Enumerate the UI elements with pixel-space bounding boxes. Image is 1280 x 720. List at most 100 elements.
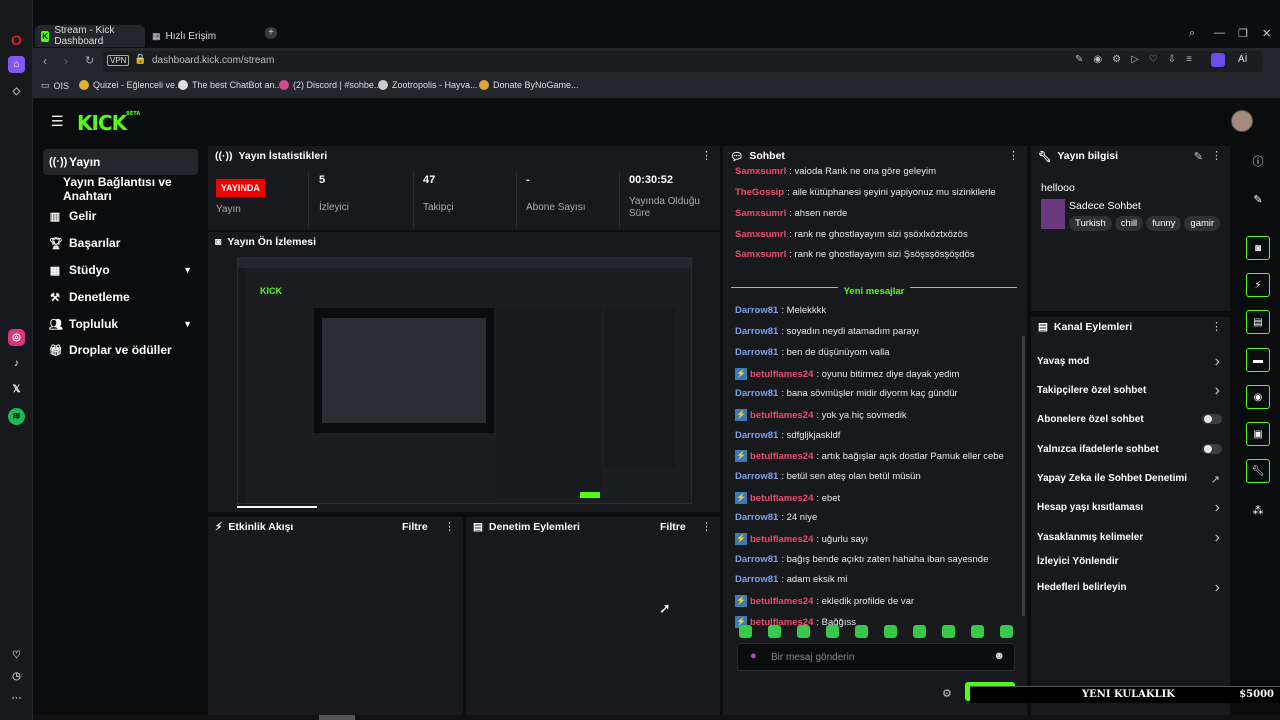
chat-username[interactable]: Darrow81 — [735, 554, 778, 565]
chat-scrollbar[interactable] — [1022, 336, 1025, 616]
emote-icon[interactable] — [913, 625, 926, 638]
emote-icon[interactable] — [826, 625, 839, 638]
tab-kick-dashboard[interactable]: K Stream - Kick Dashboard — [35, 25, 145, 47]
restore-icon[interactable]: ❐ — [1238, 27, 1248, 40]
wrench-icon[interactable]: 🔧︎ — [1246, 459, 1270, 483]
more-vertical-icon[interactable]: ⋮ — [1211, 320, 1222, 333]
chat-username[interactable]: Samxsumrl — [735, 208, 786, 219]
channel-action-item[interactable]: Yalnızca ifadelerle sohbet — [1031, 444, 1230, 460]
sidebar-item-topluluk[interactable]: 👥︎ Topluluk ▼ — [43, 311, 198, 337]
kick-logo[interactable]: KICKBETA — [77, 111, 140, 135]
chat-username[interactable]: TheGossip — [735, 187, 784, 198]
instagram-icon[interactable]: ◎ — [8, 329, 25, 346]
channel-action-item[interactable]: Abonelere özel sohbet — [1031, 414, 1230, 430]
broadcast-icon[interactable]: ◉ — [1246, 385, 1270, 409]
filter-button[interactable]: Filtre — [402, 521, 428, 533]
emote-icon[interactable] — [971, 625, 984, 638]
emote-icon[interactable] — [942, 625, 955, 638]
chat-username[interactable]: Samxsumrl — [735, 229, 786, 240]
share-icon[interactable]: ⁂ — [1246, 498, 1270, 522]
tag[interactable]: Turkish — [1069, 216, 1112, 231]
heart-icon[interactable]: ♡ — [8, 647, 25, 664]
chat-username[interactable]: Darrow81 — [735, 430, 778, 441]
chat-username[interactable]: betulflames24 — [750, 410, 813, 421]
emote-icon[interactable] — [797, 625, 810, 638]
tag[interactable]: funny — [1146, 216, 1182, 231]
filter-button[interactable]: Filtre — [660, 521, 686, 533]
pin-icon[interactable]: ◇ — [8, 83, 25, 100]
sidebar-item-droplar[interactable]: 🎁︎ Droplar ve ödüller — [43, 337, 198, 363]
chat-input[interactable]: ● Bir mesaj gönderin ☻ — [737, 643, 1015, 671]
chat-username[interactable]: betulflames24 — [750, 369, 813, 380]
search-icon[interactable]: ⌕ — [1189, 27, 1195, 40]
vpn-badge[interactable]: VPN — [107, 55, 130, 66]
x-icon[interactable]: 𝕏 — [8, 381, 25, 398]
toggle-switch[interactable] — [1202, 444, 1222, 454]
channel-action-item[interactable]: Hesap yaşı kısıtlaması › — [1031, 499, 1230, 518]
horizontal-scrollbar[interactable] — [319, 715, 355, 720]
more-icon[interactable]: ⋯ — [8, 690, 25, 707]
bolt-icon[interactable]: ⚡︎ — [1246, 273, 1270, 297]
more-vertical-icon[interactable]: ⋮ — [444, 520, 455, 533]
avatar[interactable] — [1231, 110, 1253, 132]
bookmark-item[interactable]: The best ChatBot an... — [178, 80, 282, 90]
chat-username[interactable]: Darrow81 — [735, 347, 778, 358]
emote-icon[interactable] — [739, 625, 752, 638]
emote-icon[interactable] — [855, 625, 868, 638]
channel-action-item[interactable]: Hedefleri belirleyin › — [1031, 579, 1230, 598]
edit-icon[interactable]: ✎ — [1194, 150, 1203, 163]
more-vertical-icon[interactable]: ⋮ — [701, 149, 712, 162]
tiktok-icon[interactable]: ♪ — [8, 355, 25, 372]
chat-username[interactable]: Darrow81 — [735, 574, 778, 585]
bookmark-item[interactable]: Donate ByNoGame... — [479, 80, 579, 90]
emote-icon[interactable] — [884, 625, 897, 638]
bookmark-item[interactable]: ▭ OIS — [41, 80, 69, 91]
history-icon[interactable]: ◷ — [8, 668, 25, 685]
more-vertical-icon[interactable]: ⋮ — [1211, 149, 1222, 162]
chat-username[interactable]: Darrow81 — [735, 471, 778, 482]
channel-action-item[interactable]: Takipçilere özel sohbet › — [1031, 382, 1230, 401]
category-thumbnail[interactable] — [1041, 199, 1065, 229]
new-tab-icon[interactable]: + — [265, 27, 277, 39]
sidebar-item-denetleme[interactable]: ⚒ Denetleme — [43, 284, 198, 310]
more-vertical-icon[interactable]: ⋮ — [701, 520, 712, 533]
bookmark-item[interactable]: Zootropolis - Hayva... — [378, 80, 478, 90]
chat-username[interactable]: betulflames24 — [750, 451, 813, 462]
channel-action-item[interactable]: Yasaklanmış kelimeler › — [1031, 529, 1230, 548]
back-icon[interactable]: ‹ — [43, 54, 47, 68]
category-name[interactable]: Sadece Sohbet — [1069, 200, 1141, 212]
sidebar-item-stream-key[interactable]: Yayın Bağlantısı ve Anahtarı — [43, 175, 213, 203]
camera-icon[interactable]: ◙ — [1246, 236, 1270, 260]
chat-username[interactable]: Darrow81 — [735, 326, 778, 337]
pencil-icon[interactable]: ✎ — [1246, 187, 1270, 211]
chat-username[interactable]: Darrow81 — [735, 512, 778, 523]
chat-username[interactable]: Darrow81 — [735, 305, 778, 316]
chat-username[interactable]: Samxsumrl — [735, 249, 786, 260]
reload-icon[interactable]: ↻ — [85, 54, 94, 67]
sidebar-item-studyo[interactable]: ▦ Stüdyo ▼ — [43, 257, 198, 283]
spotify-icon[interactable]: ≋ — [8, 408, 25, 425]
info-icon[interactable]: ⓘ — [1246, 149, 1270, 173]
address-actions-icon[interactable]: ✎◉⚙▷♡⇩≡ — [1075, 54, 1202, 65]
minimize-icon[interactable]: — — [1214, 27, 1225, 39]
tag[interactable]: gamir — [1184, 216, 1221, 231]
chat-username[interactable]: Samxsumrl — [735, 166, 786, 177]
microphone-icon[interactable]: ● — [750, 650, 757, 662]
tab-quick-access[interactable]: ▦ Hızlı Erişim — [146, 25, 222, 47]
ai-button[interactable]: Aİ — [1238, 54, 1247, 65]
opera-logo-icon[interactable]: O — [8, 31, 25, 48]
chat-username[interactable]: betulflames24 — [750, 534, 813, 545]
bookmark-item[interactable]: Quizei - Eğlenceli ve... — [79, 80, 183, 90]
channel-action-item[interactable]: Yavaş mod › — [1031, 353, 1230, 372]
sidebar-item-yayin[interactable]: ((·)) Yayın — [43, 149, 198, 175]
channel-action-item[interactable]: İzleyici Yönlendir — [1031, 556, 1230, 572]
extension-icon[interactable] — [1211, 53, 1225, 67]
forward-icon[interactable]: › — [64, 54, 68, 68]
bookmark-item[interactable]: (2) Discord | #sohbe... — [279, 80, 381, 90]
chat-username[interactable]: betulflames24 — [750, 493, 813, 504]
sidebar-item-basarilar[interactable]: 🏆︎ Başarılar — [43, 230, 198, 256]
document-icon[interactable]: ▤ — [1246, 310, 1270, 334]
toggle-switch[interactable] — [1202, 414, 1222, 424]
chat-settings-icon[interactable]: ⚙ — [942, 687, 952, 700]
stream-preview[interactable]: KICK — [237, 257, 692, 504]
